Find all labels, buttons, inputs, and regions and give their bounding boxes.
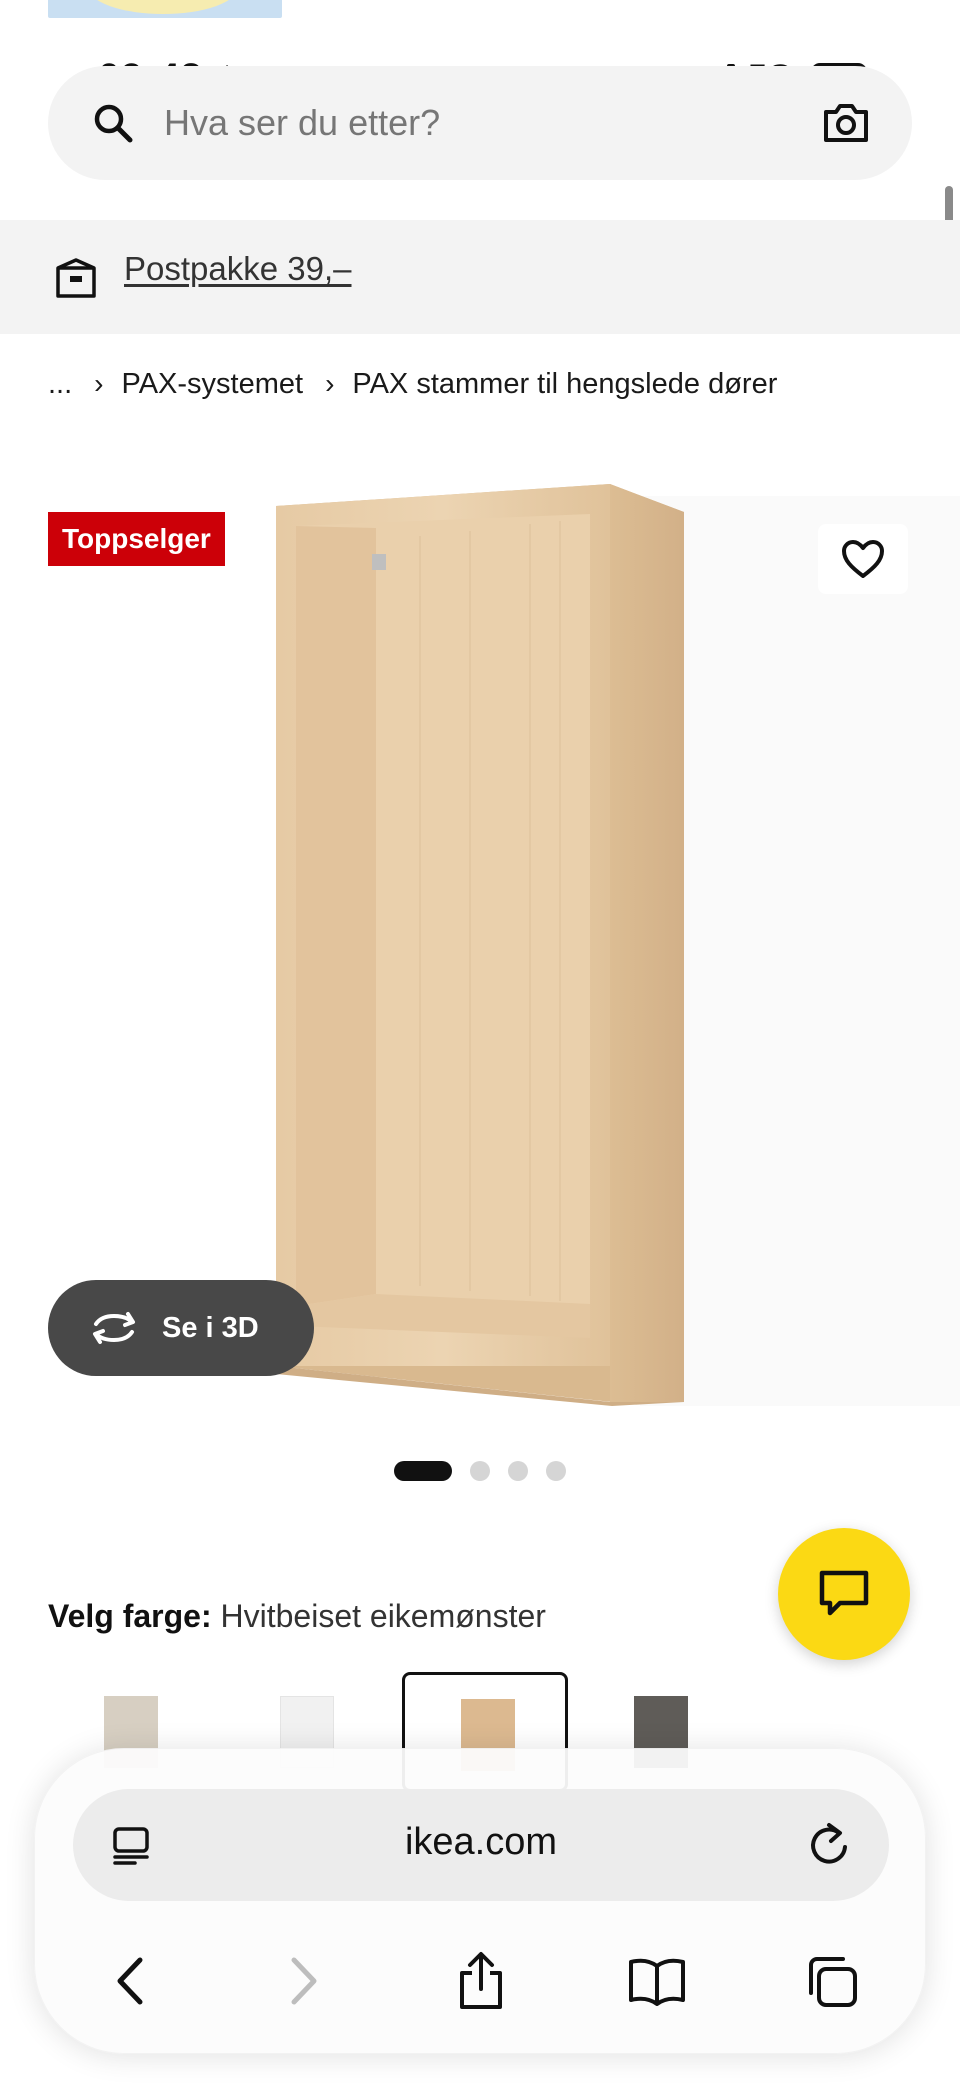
view-in-3d-label: Se i 3D (162, 1311, 259, 1344)
browser-nav-row (35, 1933, 927, 2023)
image-pagination[interactable] (394, 1460, 566, 1482)
browser-toolbar: ikea.com (34, 1748, 926, 2054)
chevron-left-icon (117, 1957, 143, 2005)
favourite-button[interactable] (818, 524, 908, 594)
top-seller-badge: Toppselger (48, 512, 225, 566)
address-bar[interactable]: ikea.com (73, 1789, 889, 1901)
rotate-3d-icon (93, 1312, 135, 1344)
book-icon (629, 1958, 685, 2006)
view-in-3d-button[interactable]: Se i 3D (48, 1280, 314, 1376)
chevron-right-icon: › (94, 368, 104, 399)
header-logo-strip[interactable] (48, 0, 282, 18)
tabs-button[interactable] (801, 1951, 861, 2011)
url-text[interactable]: ikea.com (73, 1821, 889, 1864)
tabs-icon (809, 1957, 857, 2007)
heart-icon (842, 540, 884, 578)
search-bar[interactable] (48, 66, 912, 180)
search-icon (94, 104, 133, 143)
delivery-banner[interactable]: Postpakke 39,– (0, 220, 960, 334)
chat-button[interactable] (778, 1528, 910, 1660)
chevron-right-icon (291, 1957, 317, 2005)
color-label: Velg farge: (48, 1598, 212, 1634)
pagination-dot-active[interactable] (394, 1461, 452, 1481)
search-input[interactable] (164, 96, 744, 150)
breadcrumb-item-current[interactable]: PAX stammer til hengslede dører (352, 368, 777, 401)
parcel-box-icon (56, 258, 96, 298)
chevron-right-icon: › (325, 368, 335, 399)
share-icon (460, 1952, 502, 2009)
share-button[interactable] (451, 1951, 511, 2011)
color-value: Hvitbeiset eikemønster (220, 1598, 546, 1634)
pagination-dot[interactable] (546, 1461, 566, 1481)
back-button[interactable] (99, 1951, 159, 2011)
bookmarks-button[interactable] (627, 1951, 687, 2011)
pagination-dot[interactable] (508, 1461, 528, 1481)
reload-icon[interactable] (807, 1821, 853, 1869)
breadcrumb-ellipsis[interactable]: ... (48, 368, 72, 401)
camera-icon[interactable] (822, 102, 870, 144)
forward-button[interactable] (275, 1951, 335, 2011)
color-selector-label: Velg farge: Hvitbeiset eikemønster (48, 1598, 546, 1635)
pagination-dot[interactable] (470, 1461, 490, 1481)
chat-bubble-icon (819, 1570, 869, 1616)
breadcrumb: ... › PAX-systemet › PAX stammer til hen… (48, 364, 777, 404)
breadcrumb-item-pax-system[interactable]: PAX-systemet (122, 368, 304, 401)
delivery-link[interactable]: Postpakke 39,– (124, 250, 352, 288)
